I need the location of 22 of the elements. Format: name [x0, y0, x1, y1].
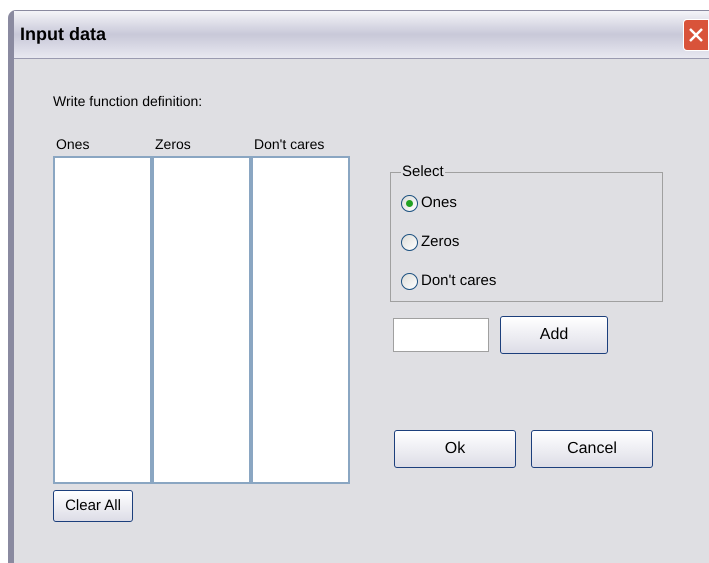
dialog-button[interactable]: Cancel: [531, 430, 653, 468]
window-title: Input data: [20, 23, 106, 46]
column-heading: Ones: [56, 135, 90, 152]
radio-button[interactable]: [401, 272, 418, 290]
clear-all-button[interactable]: Clear All: [53, 490, 133, 522]
radio-button[interactable]: [401, 234, 418, 250]
prompt-label: Write function definition:: [53, 92, 204, 111]
list-box[interactable]: [53, 156, 152, 484]
input-field[interactable]: [393, 318, 489, 352]
group-label: Select: [401, 162, 445, 182]
add-button[interactable]: Add: [500, 316, 608, 354]
close-button[interactable]: [683, 18, 709, 50]
column-heading: Zeros: [155, 135, 192, 152]
radio-button[interactable]: [401, 194, 418, 212]
column-heading: Don't cares: [254, 135, 326, 152]
radio-option[interactable]: Ones: [401, 184, 652, 222]
list-box[interactable]: [152, 156, 251, 484]
dialog-button[interactable]: Ok: [394, 430, 516, 468]
radio-option[interactable]: Zeros: [401, 222, 652, 262]
radio-option[interactable]: Don't cares: [401, 262, 652, 300]
list-box[interactable]: [251, 156, 350, 484]
close-icon: [688, 26, 704, 42]
